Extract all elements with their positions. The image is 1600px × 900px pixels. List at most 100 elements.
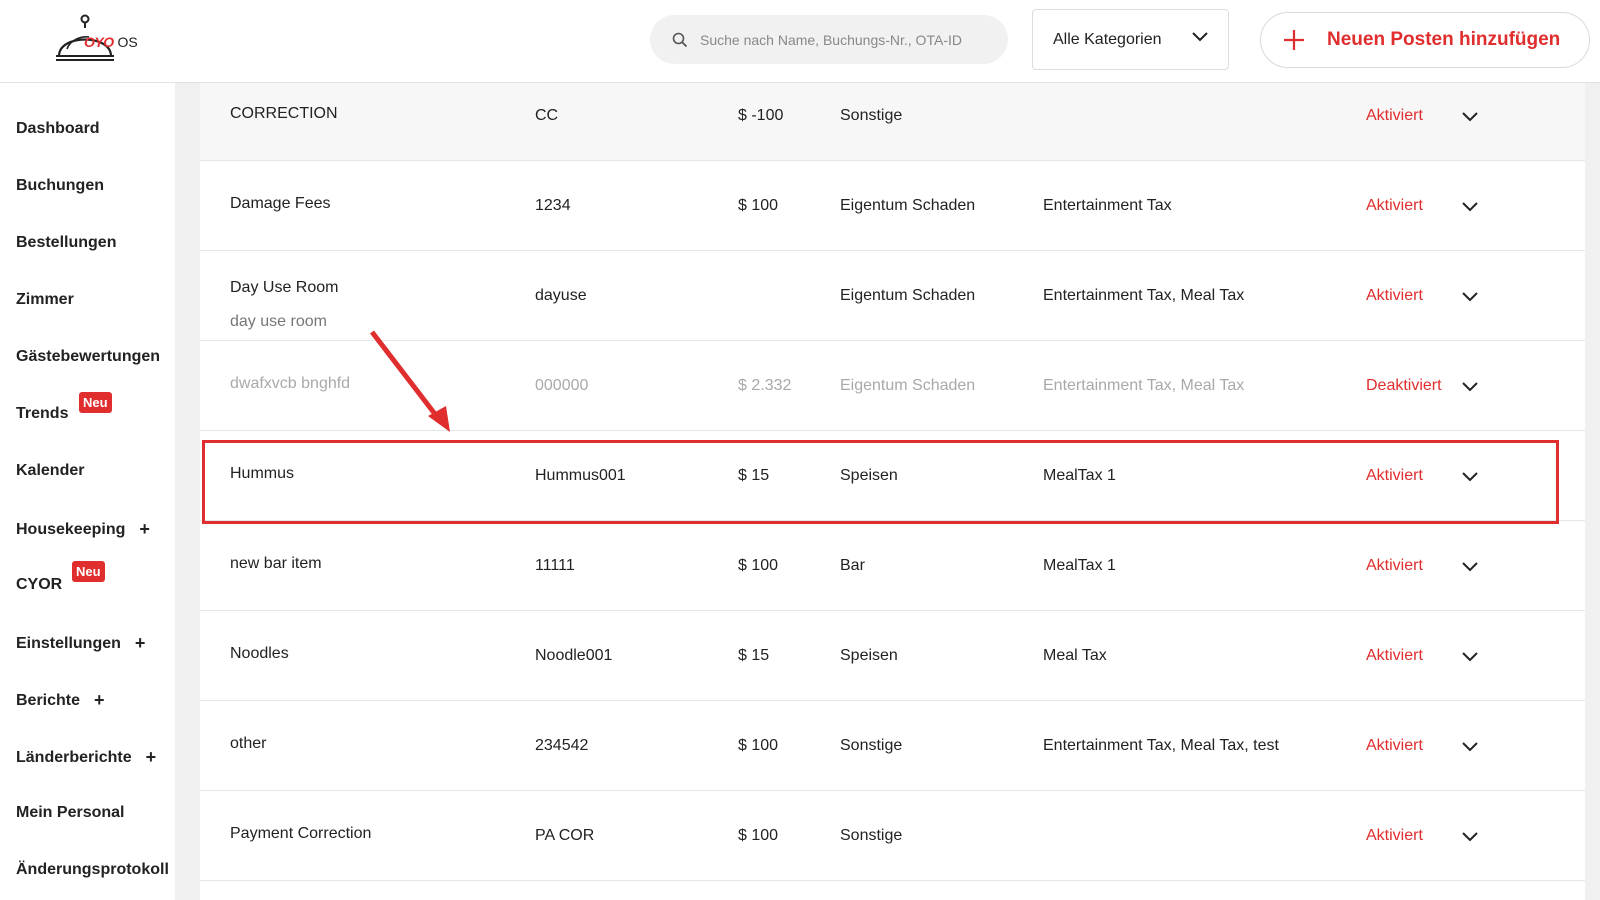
item-category: Speisen — [840, 647, 898, 664]
chevron-down-icon[interactable] — [1462, 202, 1478, 212]
sidebar-item-label: Housekeeping — [16, 520, 126, 538]
chevron-down-icon[interactable] — [1462, 562, 1478, 572]
expand-plus-icon[interactable]: + — [94, 690, 105, 711]
item-price: $ 100 — [738, 197, 779, 214]
sidebar-item-buchungen[interactable]: Buchungen — [16, 177, 104, 195]
item-tax: Entertainment Tax — [1043, 197, 1172, 214]
item-tax: Entertainment Tax, Meal Tax, test — [1043, 737, 1279, 754]
sidebar-item-label: Berichte — [16, 691, 81, 709]
sidebar-item-label: Kalender — [16, 462, 85, 479]
table-row[interactable]: other 234542 $ 100 Sonstige Entertainment Ta… — [200, 701, 1585, 791]
search-bar[interactable] — [650, 15, 1008, 64]
item-status[interactable]: Deaktiviert — [1366, 377, 1442, 395]
table-row[interactable]: Payment Correction PA COR $ 100 Sonstige Akt… — [200, 791, 1585, 881]
table-row[interactable]: Noodles Noodle001 $ 15 Speisen Meal Tax Aktiv… — [200, 611, 1585, 701]
chevron-down-icon[interactable] — [1462, 832, 1478, 842]
item-category: Eigentum Schaden — [840, 287, 976, 304]
item-name: dwafxvcb bnghfd — [230, 375, 351, 392]
item-price: $ 100 — [738, 557, 779, 574]
expand-plus-icon[interactable]: + — [139, 519, 150, 540]
item-status[interactable]: Aktiviert — [1366, 197, 1423, 215]
search-input[interactable] — [700, 31, 990, 48]
chevron-down-icon[interactable] — [1462, 472, 1478, 482]
sidebar-item-berichte[interactable]: Berichte + — [16, 690, 105, 711]
chevron-down-icon[interactable] — [1462, 292, 1478, 302]
item-name: Hummus — [230, 465, 295, 482]
expand-plus-icon[interactable]: + — [135, 633, 146, 654]
new-badge: Neu — [72, 561, 105, 582]
sidebar-item-cyor[interactable]: CYOR — [16, 576, 62, 594]
item-status[interactable]: Aktiviert — [1366, 467, 1423, 485]
item-name: CORRECTION — [230, 105, 338, 122]
sidebar-item-trends[interactable]: Trends — [16, 405, 68, 423]
sidebar-item-aenderungsprotokoll[interactable]: Änderungsprotokoll — [16, 861, 169, 879]
category-dropdown[interactable]: Alle Kategorien — [1032, 9, 1229, 70]
add-item-button-label: Neuen Posten hinzufügen — [1327, 29, 1561, 50]
item-code: dayuse — [535, 287, 587, 304]
sidebar-item-label: Mein Personal — [16, 804, 125, 821]
item-code: Noodle001 — [535, 647, 613, 664]
sidebar-item-housekeeping[interactable]: Housekeeping + — [16, 519, 150, 540]
table-row[interactable]: Hummus Hummus001 $ 15 Speisen MealTax 1 Aktiv… — [200, 431, 1585, 521]
item-status[interactable]: Aktiviert — [1366, 557, 1423, 575]
sidebar-item-label: Änderungsprotokoll — [16, 861, 169, 878]
item-category: Sonstige — [840, 107, 903, 124]
sidebar-item-label: Einstellungen — [16, 634, 121, 652]
sidebar-item-label: Buchungen — [16, 177, 104, 194]
item-status[interactable]: Aktiviert — [1366, 737, 1423, 755]
sidebar-item-label: Gästebewertungen — [16, 348, 161, 365]
item-price: $ 15 — [738, 467, 770, 484]
chevron-down-icon[interactable] — [1462, 382, 1478, 392]
item-category: Eigentum Schaden — [840, 377, 976, 394]
table-row[interactable]: Day Use Room dayuse Eigentum Schaden Entert… — [200, 251, 1585, 341]
table-row[interactable]: new bar item 11111 $ 100 Bar MealTax 1 Aktivi… — [200, 521, 1585, 611]
sidebar-item-label: Länderberichte — [16, 748, 132, 766]
item-code: PA COR — [535, 827, 595, 844]
item-code: 1234 — [535, 197, 571, 214]
sidebar-item-label: Bestellungen — [16, 234, 117, 251]
table-row[interactable]: CORRECTION CC $ -100 Sonstige Aktiviert — [200, 83, 1585, 161]
item-name: Payment Correction — [230, 825, 372, 842]
chevron-down-icon[interactable] — [1462, 742, 1478, 752]
sidebar-item-einstellungen[interactable]: Einstellungen + — [16, 633, 145, 654]
item-price: $ 100 — [738, 827, 779, 844]
chevron-down-icon[interactable] — [1462, 112, 1478, 122]
item-category: Eigentum Schaden — [840, 197, 976, 214]
items-table: CORRECTION CC $ -100 Sonstige Aktiviert Damag… — [200, 83, 1585, 900]
sidebar-item-zimmer[interactable]: Zimmer — [16, 291, 74, 309]
item-status[interactable]: Aktiviert — [1366, 107, 1423, 125]
item-category: Speisen — [840, 467, 898, 484]
item-price: $ 2.332 — [738, 377, 792, 394]
item-name: new bar item — [230, 555, 322, 572]
new-badge: Neu — [79, 392, 112, 413]
chevron-down-icon[interactable] — [1462, 652, 1478, 662]
sidebar-item-laenderberichte[interactable]: Länderberichte + — [16, 747, 156, 768]
plus-icon — [1284, 30, 1304, 50]
item-description: day use room — [230, 313, 327, 330]
add-item-button[interactable]: Neuen Posten hinzufügen — [1260, 12, 1590, 68]
item-price: $ 100 — [738, 737, 779, 754]
item-status[interactable]: Aktiviert — [1366, 287, 1423, 305]
sidebar-item-kalender[interactable]: Kalender — [16, 462, 84, 480]
sidebar-item-bestellungen[interactable]: Bestellungen — [16, 234, 116, 252]
table-row[interactable]: Damage Fees 1234 $ 100 Eigentum Schaden Ente… — [200, 161, 1585, 251]
item-tax: MealTax 1 — [1043, 557, 1116, 574]
sidebar-item-label: Dashboard — [16, 120, 100, 137]
sidebar-item-dashboard[interactable]: Dashboard — [16, 120, 100, 138]
category-dropdown-label: Alle Kategorien — [1053, 30, 1162, 48]
expand-plus-icon[interactable]: + — [146, 747, 157, 768]
item-price: $ -100 — [738, 107, 784, 124]
item-status[interactable]: Aktiviert — [1366, 647, 1423, 665]
item-category: Bar — [840, 557, 865, 574]
oyo-os-logo[interactable]: OYO OS — [54, 14, 150, 68]
chevron-down-icon — [1192, 32, 1208, 42]
item-tax: Meal Tax — [1043, 647, 1107, 664]
sidebar-item-mein-personal[interactable]: Mein Personal — [16, 804, 124, 822]
item-status[interactable]: Aktiviert — [1366, 827, 1423, 845]
sidebar-item-label: Trends — [16, 405, 69, 422]
sidebar-item-label: CYOR — [16, 576, 63, 593]
sidebar-item-gaestebewertungen[interactable]: Gästebewertungen — [16, 348, 160, 366]
item-code: 234542 — [535, 737, 589, 754]
item-name: other — [230, 735, 267, 752]
item-tax: Entertainment Tax, Meal Tax — [1043, 287, 1245, 304]
